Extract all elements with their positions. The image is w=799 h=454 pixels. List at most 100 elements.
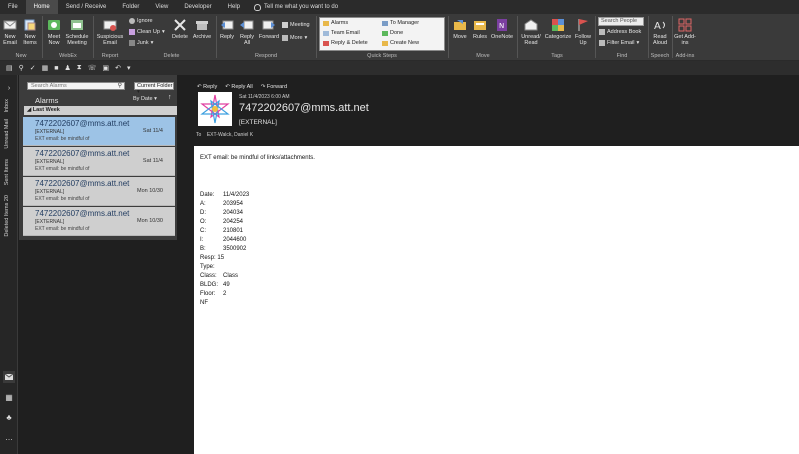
expand-chevron-icon[interactable]: › bbox=[3, 82, 15, 94]
clean-up-icon bbox=[129, 29, 135, 35]
search-alarms-input[interactable]: Search Alarms ⚲ bbox=[27, 82, 125, 90]
message-item[interactable]: 7472202607@mms.att.net [EXTERNAL] EXT em… bbox=[23, 177, 175, 206]
folder-navigation: › Inbox Unread Mail Sent Items Deleted I… bbox=[0, 75, 18, 454]
tell-me-search[interactable]: Tell me what you want to do bbox=[254, 3, 338, 11]
reply-all-button[interactable]: Reply All bbox=[237, 18, 257, 46]
address-book-button[interactable]: Address Book bbox=[599, 29, 641, 35]
body-field-row: Date: 11/4/2023 bbox=[200, 192, 249, 198]
window-icon[interactable]: ▣ bbox=[102, 64, 109, 72]
quick-steps-gallery: Alarms To Manager Team Email Done Reply … bbox=[319, 17, 445, 51]
to-label: To bbox=[196, 132, 202, 138]
new-email-label: New Email bbox=[3, 34, 17, 46]
undo-icon[interactable]: ↶ bbox=[115, 64, 121, 72]
search-scope-label: Current Folder bbox=[137, 83, 173, 89]
message-item[interactable]: 7472202607@mms.att.net [EXTERNAL] EXT em… bbox=[23, 207, 175, 236]
reply-all-label: Reply All bbox=[239, 34, 255, 46]
tab-folder[interactable]: Folder bbox=[114, 0, 147, 14]
checkmark-icon[interactable]: ✓ bbox=[30, 64, 36, 72]
body-field-value: 2 bbox=[223, 291, 227, 297]
reading-forward-label: Forward bbox=[266, 84, 288, 90]
rules-icon bbox=[474, 21, 486, 30]
recipient-name[interactable]: EXT-Walck, Daniel K bbox=[207, 132, 253, 138]
nav-unread-mail[interactable]: Unread Mail bbox=[4, 119, 10, 149]
sort-direction-icon[interactable]: ↑ bbox=[168, 94, 172, 101]
group-new-label: New bbox=[15, 53, 27, 59]
search-scope-dropdown[interactable]: Current Folder ▾ bbox=[134, 82, 174, 95]
message-subject: [EXTERNAL] bbox=[35, 159, 65, 165]
quick-step-create-new[interactable]: Create New bbox=[382, 40, 419, 46]
meeting-button[interactable]: Meeting bbox=[282, 22, 310, 28]
schedule-meeting-button[interactable]: Schedule Meeting bbox=[64, 18, 90, 46]
nav-inbox[interactable]: Inbox bbox=[4, 99, 10, 112]
more-modules-icon[interactable]: … bbox=[3, 431, 15, 443]
quick-step-alarms[interactable]: Alarms bbox=[323, 20, 348, 26]
message-item[interactable]: 7472202607@mms.att.net [EXTERNAL] EXT em… bbox=[23, 147, 175, 176]
reading-reply-all-button[interactable]: ↶ Reply All bbox=[225, 84, 253, 90]
rules-button[interactable]: Rules bbox=[471, 18, 489, 40]
quick-step-to-manager[interactable]: To Manager bbox=[382, 20, 419, 26]
meet-now-button[interactable]: Meet Now bbox=[46, 18, 62, 46]
categorize-button[interactable]: Categorize bbox=[543, 18, 573, 40]
group-addins-label: Add-ins bbox=[675, 53, 695, 59]
tab-file[interactable]: File bbox=[0, 0, 26, 14]
hourglass-icon[interactable]: ⧗ bbox=[77, 64, 82, 72]
new-items-button[interactable]: New Items bbox=[21, 18, 39, 46]
tab-home[interactable]: Home bbox=[25, 0, 58, 14]
junk-button[interactable]: Junk ▾ bbox=[129, 40, 153, 46]
onenote-button[interactable]: N OneNote bbox=[491, 18, 513, 40]
body-field-key: O: bbox=[200, 219, 207, 225]
group-header-last-week[interactable]: ◢ Last Week bbox=[24, 106, 177, 115]
reading-reply-button[interactable]: ↶ Reply bbox=[197, 84, 217, 90]
archive-button[interactable]: Archive bbox=[191, 18, 213, 40]
avatar bbox=[198, 92, 232, 126]
grid-icon[interactable]: ▦ bbox=[42, 64, 49, 72]
layout-icon[interactable]: ▤ bbox=[6, 64, 13, 72]
reading-sender[interactable]: 7472202607@mms.att.net bbox=[239, 102, 369, 114]
quick-step-alarms-label: Alarms bbox=[331, 20, 349, 26]
body-field-row: BLDG: 49 bbox=[200, 282, 230, 288]
lock-icon[interactable]: ■ bbox=[54, 65, 58, 72]
move-button[interactable]: Move bbox=[451, 18, 469, 40]
read-aloud-button[interactable]: A Read Aloud bbox=[651, 18, 669, 46]
follow-up-button[interactable]: Follow Up bbox=[573, 18, 593, 46]
unread-read-label: Unread/ Read bbox=[521, 34, 541, 46]
envelope-icon bbox=[5, 374, 13, 380]
message-preview: EXT email: be mindful of bbox=[35, 196, 90, 202]
unread-read-button[interactable]: Unread/ Read bbox=[520, 18, 542, 46]
clean-up-button[interactable]: Clean Up ▾ bbox=[129, 29, 165, 35]
forward-button[interactable]: Forward bbox=[258, 18, 280, 40]
nav-deleted-items[interactable]: Deleted Items 20 bbox=[4, 195, 10, 237]
message-date: Sat 11/4 bbox=[142, 158, 163, 164]
filter-email-label: Filter Email bbox=[607, 40, 635, 46]
new-email-button[interactable]: New Email bbox=[2, 18, 18, 46]
reply-button[interactable]: Reply bbox=[218, 18, 236, 40]
calendar-module-icon[interactable]: ▦ bbox=[3, 391, 15, 403]
message-item[interactable]: 7472202607@mms.att.net [EXTERNAL] EXT em… bbox=[23, 117, 175, 146]
quick-step-reply-delete[interactable]: Reply & Delete bbox=[323, 40, 368, 46]
phone-icon[interactable]: ☏ bbox=[88, 64, 97, 72]
tab-developer[interactable]: Developer bbox=[176, 0, 219, 14]
nav-sent-items[interactable]: Sent Items bbox=[4, 159, 10, 185]
chevron-down-icon[interactable]: ▾ bbox=[127, 64, 131, 72]
suspicious-email-button[interactable]: Suspicious Email bbox=[96, 18, 124, 46]
search-people-input[interactable]: Search People bbox=[598, 17, 644, 26]
tab-help[interactable]: Help bbox=[220, 0, 248, 14]
more-respond-button[interactable]: More ▾ bbox=[282, 35, 307, 41]
pin-icon[interactable]: ⚲ bbox=[19, 64, 24, 72]
flag-icon bbox=[578, 19, 588, 31]
get-addins-button[interactable]: Get Add-ins bbox=[674, 18, 696, 46]
tab-view[interactable]: View bbox=[147, 0, 176, 14]
quick-step-team-email[interactable]: Team Email bbox=[323, 30, 360, 36]
reading-forward-button[interactable]: ↷ Forward bbox=[261, 84, 287, 90]
quick-step-done[interactable]: Done bbox=[382, 30, 403, 36]
forward-icon bbox=[262, 20, 275, 30]
delete-button[interactable]: Delete bbox=[170, 18, 190, 40]
people-module-icon[interactable]: ♣ bbox=[3, 411, 15, 423]
tab-send-receive[interactable]: Send / Receive bbox=[58, 0, 115, 14]
reply-all-icon: ↶ bbox=[225, 84, 230, 90]
filter-email-button[interactable]: Filter Email ▾ bbox=[599, 40, 639, 46]
person-icon[interactable]: ♟ bbox=[65, 64, 71, 72]
sort-by-dropdown[interactable]: By Date ▾ bbox=[133, 96, 157, 102]
mail-module-icon[interactable] bbox=[3, 371, 15, 383]
ignore-button[interactable]: Ignore bbox=[129, 18, 153, 24]
